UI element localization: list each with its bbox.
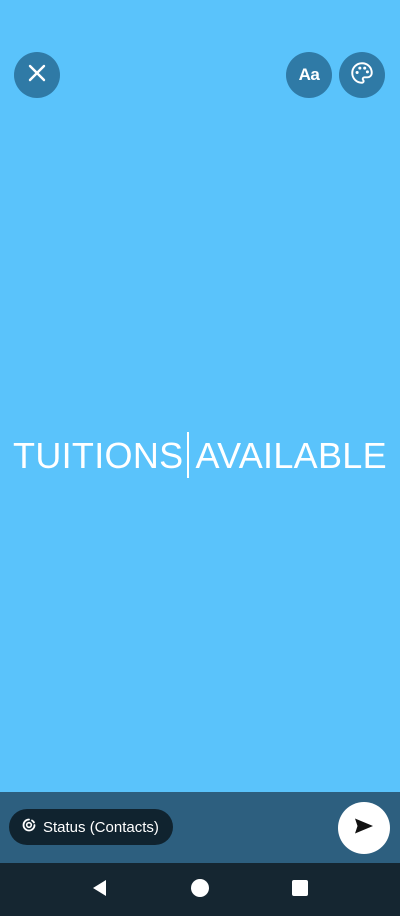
nav-recents-button[interactable] <box>289 879 311 901</box>
status-audience-label: Status (Contacts) <box>43 818 159 836</box>
system-navigation-bar <box>0 863 400 916</box>
palette-icon <box>349 60 375 91</box>
home-circle-icon <box>190 878 210 903</box>
nav-home-button[interactable] <box>189 878 211 903</box>
nav-back-button[interactable] <box>89 879 111 901</box>
status-ring-icon <box>21 817 43 837</box>
status-text-part-1: TUITIONS <box>13 435 184 476</box>
font-style-button[interactable]: Aa <box>286 52 332 98</box>
send-button[interactable] <box>338 802 390 854</box>
status-text-input[interactable]: TUITIONS AVAILABLE <box>0 432 400 481</box>
send-icon <box>352 814 376 843</box>
status-text-canvas[interactable]: Aa TUITIONS AVAILABLE <box>0 0 400 792</box>
background-color-button[interactable] <box>339 52 385 98</box>
text-cursor <box>187 432 190 479</box>
status-audience-button[interactable]: Status (Contacts) <box>9 809 173 845</box>
close-icon <box>26 62 48 89</box>
recents-square-icon <box>290 878 310 903</box>
status-text-part-2: AVAILABLE <box>195 435 387 476</box>
back-triangle-icon <box>90 878 110 903</box>
composer-bar: Status (Contacts) <box>0 792 400 863</box>
close-button[interactable] <box>14 52 60 98</box>
font-button-label: Aa <box>298 65 320 84</box>
